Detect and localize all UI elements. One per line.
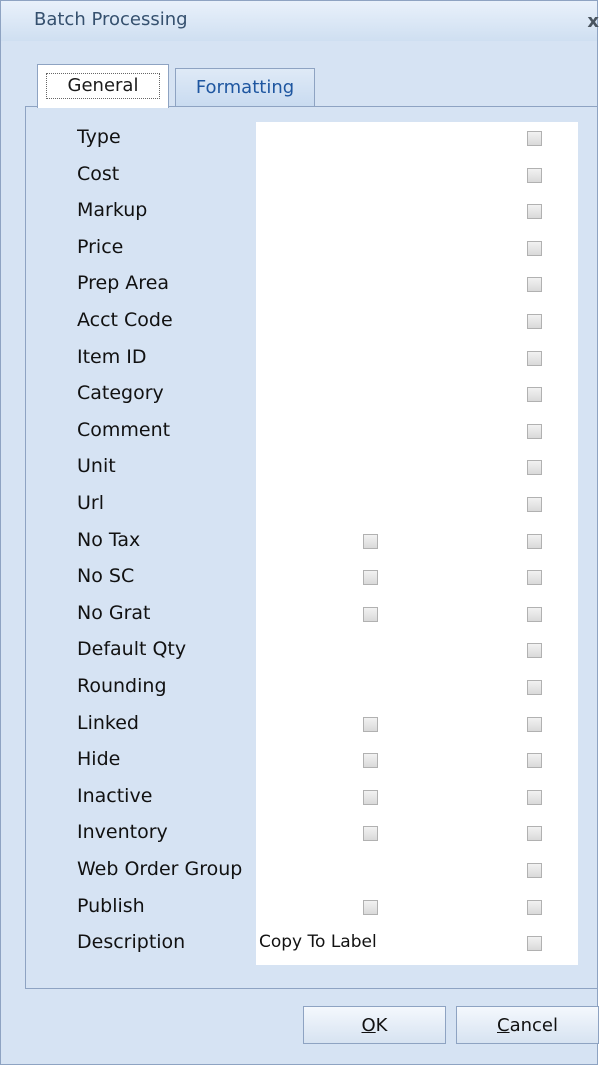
apply-checkbox[interactable] (527, 204, 542, 220)
copy-to-label-text: Copy To Label (259, 932, 377, 953)
setting-row: Inventory (1, 816, 600, 853)
setting-label: No SC (77, 565, 135, 588)
cancel-button[interactable]: Cancel (456, 1006, 599, 1044)
value-checkbox[interactable] (363, 899, 378, 915)
setting-label: Url (77, 492, 104, 514)
cancel-mnemonic: C (497, 1015, 510, 1036)
setting-row: Default Qty (1, 633, 600, 670)
setting-row: Item ID (1, 341, 600, 378)
setting-label: Type (77, 126, 121, 148)
cancel-label-rest: ancel (509, 1015, 558, 1036)
apply-checkbox[interactable] (527, 606, 542, 622)
setting-row: Comment (1, 414, 600, 451)
ok-mnemonic: O (361, 1015, 376, 1036)
apply-checkbox[interactable] (527, 789, 542, 805)
setting-row: Type (1, 121, 600, 158)
setting-row: Description Copy To Label (1, 926, 600, 963)
setting-row: No Grat (1, 597, 600, 634)
setting-label: Markup (77, 199, 148, 222)
apply-checkbox[interactable] (527, 497, 542, 512)
setting-label: Acct Code (77, 309, 173, 331)
apply-checkbox[interactable] (527, 680, 542, 695)
setting-row: No SC (1, 560, 600, 597)
setting-row: Markup (1, 194, 600, 231)
apply-checkbox[interactable] (527, 753, 542, 769)
setting-label: Linked (77, 711, 139, 734)
value-checkbox[interactable] (363, 570, 378, 586)
setting-row: Unit (1, 450, 600, 487)
setting-row: Inactive (1, 780, 600, 817)
apply-checkbox[interactable] (527, 387, 542, 403)
setting-row: No Tax (1, 524, 600, 561)
setting-row: Hide (1, 743, 600, 780)
setting-label: Rounding (77, 675, 167, 697)
apply-checkbox[interactable] (527, 460, 542, 476)
apply-checkbox[interactable] (527, 899, 542, 915)
value-checkbox[interactable] (363, 753, 378, 769)
setting-row: Cost (1, 158, 600, 195)
apply-checkbox[interactable] (527, 240, 542, 256)
apply-checkbox[interactable] (527, 277, 542, 293)
ok-button[interactable]: OK (303, 1006, 446, 1044)
setting-label: No Tax (77, 528, 141, 551)
setting-label: Category (77, 382, 164, 405)
setting-label: Inactive (77, 784, 153, 807)
tab-general-label: General (46, 73, 160, 99)
setting-label: Comment (77, 418, 171, 441)
setting-row: Prep Area (1, 267, 600, 304)
apply-checkbox[interactable] (527, 643, 542, 659)
value-checkbox[interactable] (363, 716, 378, 732)
apply-checkbox[interactable] (527, 350, 542, 366)
apply-checkbox[interactable] (527, 131, 542, 146)
setting-label: Price (77, 235, 124, 258)
apply-checkbox[interactable] (527, 716, 542, 732)
setting-row: Acct Code (1, 304, 600, 341)
apply-checkbox[interactable] (527, 533, 542, 549)
value-checkbox[interactable] (363, 606, 378, 622)
setting-label: Cost (77, 162, 120, 185)
setting-row: Linked (1, 707, 600, 744)
setting-row: Category (1, 377, 600, 414)
apply-checkbox[interactable] (527, 936, 542, 952)
setting-label: Default Qty (77, 638, 187, 661)
apply-checkbox[interactable] (527, 570, 542, 586)
setting-label: No Grat (77, 601, 151, 624)
setting-row: Url (1, 487, 600, 524)
value-checkbox[interactable] (363, 533, 378, 549)
apply-checkbox[interactable] (527, 423, 542, 439)
setting-label: Unit (77, 455, 116, 478)
tab-formatting[interactable]: Formatting (175, 68, 315, 106)
setting-label: Description (77, 931, 186, 954)
batch-processing-dialog: Batch Processing x General Formatting Ty… (0, 0, 600, 1065)
setting-row: Rounding (1, 670, 600, 707)
setting-row: Publish (1, 890, 600, 927)
ok-label-rest: K (375, 1015, 388, 1036)
setting-row: Web Order Group (1, 853, 600, 890)
title-bar: Batch Processing x (1, 1, 599, 41)
value-checkbox[interactable] (363, 826, 378, 842)
setting-label: Item ID (77, 345, 147, 368)
setting-label: Publish (77, 894, 145, 917)
apply-checkbox[interactable] (527, 863, 542, 878)
setting-label: Prep Area (77, 272, 170, 295)
apply-checkbox[interactable] (527, 167, 542, 183)
dialog-title: Batch Processing (34, 9, 188, 30)
apply-checkbox[interactable] (527, 314, 542, 329)
close-icon[interactable]: x (587, 11, 599, 32)
setting-label: Hide (77, 748, 121, 771)
setting-row: Price (1, 231, 600, 268)
apply-checkbox[interactable] (527, 826, 542, 842)
tab-general[interactable]: General (37, 64, 169, 108)
value-checkbox[interactable] (363, 789, 378, 805)
setting-label: Web Order Group (77, 858, 243, 880)
setting-label: Inventory (77, 821, 168, 844)
